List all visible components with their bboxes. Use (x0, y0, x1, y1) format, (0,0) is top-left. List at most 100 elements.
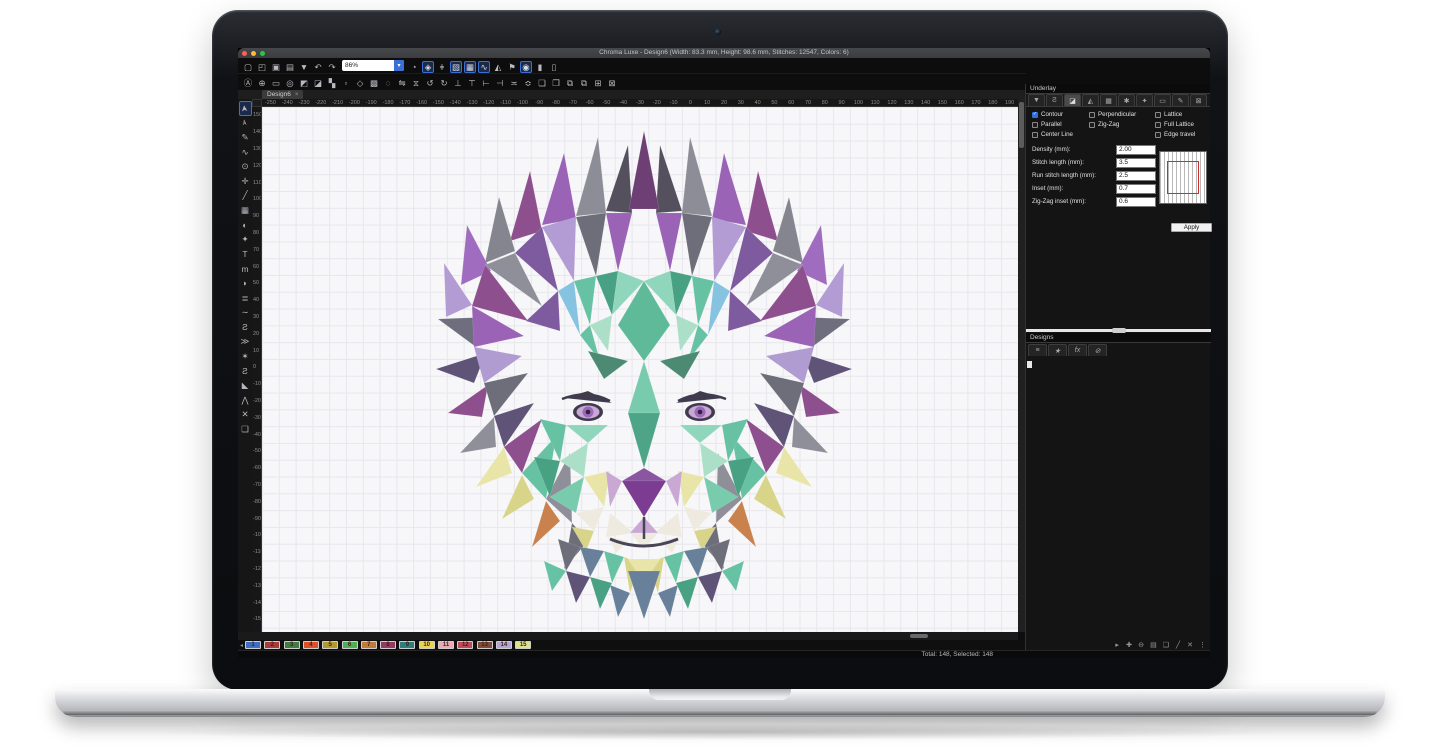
field-input-run-stitch-length-mm-[interactable] (1116, 171, 1156, 181)
group-icon[interactable]: ❏ (536, 78, 548, 90)
redo-icon[interactable]: ↷ (326, 61, 338, 73)
checkbox-parallel[interactable]: Parallel (1032, 121, 1089, 128)
rotate-ccw-icon[interactable]: ↺ (424, 78, 436, 90)
transform-b-icon[interactable]: ◪ (312, 78, 324, 90)
flip-horizontal-icon[interactable]: ⇋ (396, 78, 408, 90)
branch-tool[interactable]: ≫ (239, 335, 252, 350)
align-center-h-icon[interactable]: ≍ (508, 78, 520, 90)
thread-color-swatch-5[interactable]: 5 (322, 641, 338, 649)
auto-digitize-icon[interactable]: Ⓐ (242, 77, 254, 89)
open-folder-icon[interactable]: ◰ (256, 61, 268, 73)
fabric-tool[interactable]: ❏ (239, 422, 252, 437)
thread-color-swatch-2[interactable]: 2 (264, 641, 280, 649)
designs-favorites-tab[interactable]: ★ (1048, 344, 1067, 356)
draw-icon[interactable]: ╱ (1174, 640, 1182, 649)
clone-icon[interactable]: ⧉ (578, 78, 590, 90)
checkbox-box[interactable]: ✓ (1032, 112, 1038, 118)
select-all-icon[interactable]: ⊞ (592, 78, 604, 90)
thread-color-swatch-4[interactable]: 4 (303, 641, 319, 649)
select-arrow-tool[interactable]: ➤ (239, 101, 252, 116)
monogram-tool[interactable]: m (239, 262, 252, 277)
grid-toggle-icon[interactable]: ▦ (464, 61, 476, 73)
field-input-density-mm-[interactable] (1116, 145, 1156, 155)
tab-selection[interactable]: ⊠ (1190, 94, 1207, 106)
satin2-tool[interactable]: Ƨ (239, 364, 252, 379)
undo-icon[interactable]: ↶ (312, 61, 324, 73)
checkbox-box[interactable] (1089, 122, 1095, 128)
text-tool[interactable]: T (239, 247, 252, 262)
mesh-icon[interactable]: ▩ (368, 78, 380, 90)
designs-none-tab[interactable]: ⊘ (1088, 344, 1107, 356)
field-input-zig-zag-inset-mm-[interactable] (1116, 197, 1156, 207)
duplicate-icon[interactable]: ⧉ (564, 78, 576, 90)
triangle-view-icon[interactable]: ◭ (492, 61, 504, 73)
measure-icon[interactable]: ǂ (436, 61, 448, 73)
rectangle-icon[interactable]: ▭ (270, 78, 282, 90)
rotate-cw-icon[interactable]: ↻ (438, 78, 450, 90)
hourglass-icon[interactable]: ⧖ (410, 78, 422, 90)
design-canvas[interactable] (262, 107, 1018, 632)
grid-view-icon[interactable]: ▤ (1149, 640, 1158, 649)
lock-icon[interactable]: ◈ (422, 61, 434, 73)
thread-color-swatch-9[interactable]: 9 (399, 641, 415, 649)
checkbox-box[interactable] (1155, 132, 1161, 138)
save-icon[interactable]: ▣ (270, 61, 282, 73)
thread-color-swatch-8[interactable]: 8 (380, 641, 396, 649)
tab-settings[interactable]: ✱ (1118, 94, 1135, 106)
print-icon[interactable]: ▤ (284, 61, 296, 73)
checkbox-lattice[interactable]: Lattice (1155, 111, 1205, 118)
checkbox-full-lattice[interactable]: Full Lattice (1155, 121, 1205, 128)
view-3d-icon[interactable]: ▧ (450, 61, 462, 73)
horizontal-scroll-thumb[interactable] (910, 634, 928, 638)
ungroup-icon[interactable]: ❐ (550, 78, 562, 90)
eye-preview-icon[interactable]: ◉ (520, 61, 532, 73)
transform-a-icon[interactable]: ◩ (298, 78, 310, 90)
more-icon[interactable]: ⋮ (1198, 640, 1207, 649)
designs-fx-tab[interactable]: fx (1068, 344, 1087, 356)
checkbox-edge-travel[interactable]: Edge travel (1155, 131, 1205, 138)
lion-embroidery-design[interactable] (432, 113, 856, 623)
tab-comment[interactable]: ▭ (1154, 94, 1171, 106)
horizontal-scrollbar[interactable] (238, 632, 1018, 640)
checkbox-box[interactable] (1032, 122, 1038, 128)
stitch-view-icon[interactable]: ∿ (478, 61, 490, 73)
close-tab-icon[interactable]: × (295, 92, 299, 98)
vertical-scroll-thumb[interactable] (1019, 102, 1024, 148)
checkbox-box[interactable] (1155, 122, 1161, 128)
hoop-pin-icon[interactable]: ▼ (298, 61, 310, 73)
scissors-tool[interactable]: ✕ (239, 407, 252, 422)
dashed-circle-icon[interactable]: ◌ (382, 77, 394, 89)
thread-color-swatch-10[interactable]: 10 (419, 641, 435, 649)
crown-tool[interactable]: ⋀ (239, 393, 252, 408)
polygon-icon[interactable]: ◇ (354, 78, 366, 90)
star-tool[interactable]: ✶ (239, 349, 252, 364)
shape-fill-tool[interactable]: ◣ (239, 378, 252, 393)
tab-effects[interactable]: ✦ (1136, 94, 1153, 106)
satin-tool[interactable]: Ƨ (239, 320, 252, 335)
deselect-icon[interactable]: ⊠ (606, 78, 618, 90)
checkbox-box[interactable] (1032, 132, 1038, 138)
align-bottom-icon[interactable]: ⊥ (452, 78, 464, 90)
checkbox-perpendicular[interactable]: Perpendicular (1089, 111, 1155, 118)
fill-half-icon[interactable]: ▚ (326, 78, 338, 90)
thread-color-swatch-11[interactable]: 11 (438, 641, 454, 649)
add-icon[interactable]: ✚ (1125, 640, 1133, 649)
thread-color-swatch-15[interactable]: 15 (515, 641, 531, 649)
shapes-tool[interactable]: ◐ (239, 218, 252, 233)
tab-fill[interactable]: ◪ (1064, 94, 1081, 106)
toggle-a-icon[interactable]: ▮ (534, 61, 546, 73)
tab-tools[interactable]: ✎ (1172, 94, 1189, 106)
cut-icon[interactable]: ✕ (1186, 640, 1194, 649)
designs-list-item[interactable] (1027, 361, 1032, 368)
align-top-icon[interactable]: ⊤ (466, 78, 478, 90)
vertical-scrollbar[interactable] (1018, 99, 1025, 632)
thread-color-swatch-13[interactable]: 13 (477, 641, 493, 649)
checkbox-box[interactable] (1155, 112, 1161, 118)
center-hoop-icon[interactable]: ⊕ (256, 78, 268, 90)
field-input-stitch-length-mm-[interactable] (1116, 158, 1156, 168)
panel-splitter[interactable] (1026, 329, 1211, 332)
stitch-line-tool[interactable]: ∿ (239, 145, 252, 160)
align-right-icon[interactable]: ⊣ (494, 78, 506, 90)
field-input-inset-mm-[interactable] (1116, 184, 1156, 194)
dot-icon[interactable]: ◎ (284, 78, 296, 90)
